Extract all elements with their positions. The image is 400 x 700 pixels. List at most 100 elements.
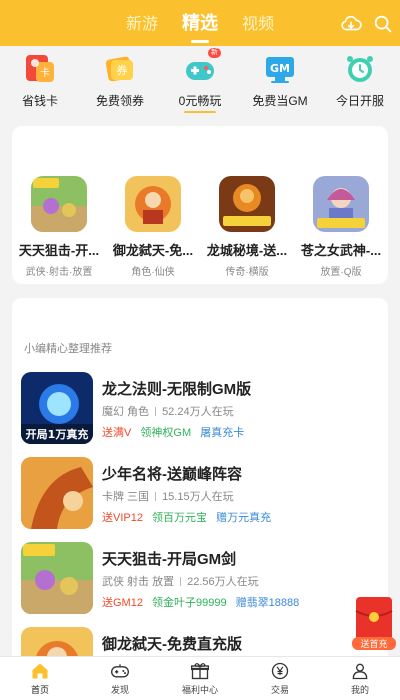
promo-tag: 送VIP12 (102, 512, 143, 524)
shortcut-row: 卡 省钱卡 券 免费领券 新 0元畅玩 GM 免费当GM 今日开服 (0, 46, 400, 120)
bottom-nav: 首页 发现 福利中心 交易 我的 (0, 656, 400, 700)
list-item[interactable]: 天天狙击-开局GM剑 武侠 射击 放置 22.56万人在玩 送GM12 领金叶子9… (12, 538, 388, 623)
promo-tag: 领金叶子99999 (152, 597, 227, 609)
game-meta: 魔幻 角色 52.24万人在玩 (102, 403, 234, 419)
promo-tag: 领百万元宝 (152, 512, 208, 524)
nav-discover[interactable]: 发现 (80, 657, 160, 700)
player-count: 22.56万人在玩 (187, 576, 259, 588)
game-tags: 角色·仙侠 (131, 267, 175, 278)
nav-label: 交易 (270, 685, 289, 695)
search-icon[interactable] (372, 13, 394, 35)
featured-card: 天天狙击-开... 武侠·射击·放置 御龙弑天-免... 角色·仙侠 龙城秘境-… (12, 126, 388, 284)
game-thumbnail: 开局1万真充 (21, 372, 93, 444)
active-underline (184, 111, 216, 113)
promo-tag: 送GM12 (102, 597, 143, 609)
cloud-download-icon[interactable] (340, 13, 362, 35)
gamepad-icon: 新 (183, 48, 221, 86)
game-tags: 传奇·横版 (225, 267, 269, 278)
recommend-list: 开局1万真充 龙之法则-无限制GM版 魔幻 角色 52.24万人在玩 送满V 领神… (12, 368, 388, 668)
promo-tag: 赠万元真充 (216, 512, 272, 524)
nav-label: 发现 (110, 685, 129, 695)
promo-tag: 赠翡翠18888 (235, 597, 300, 609)
section-title: 小编精心整理推荐 (24, 343, 112, 355)
game-tags: 放置·Q版 (320, 267, 362, 278)
new-badge: 新 (208, 48, 221, 58)
game-name: 少年名将-送巅峰阵容 (102, 466, 242, 483)
nav-trade[interactable]: 交易 (240, 657, 320, 700)
game-tags: 武侠·射击·放置 (25, 267, 93, 278)
divider (180, 577, 182, 586)
game-thumbnail (21, 542, 93, 614)
game-genre: 卡牌 三国 (102, 491, 150, 503)
shortcut-today-servers[interactable]: 今日开服 (320, 46, 400, 120)
nav-label: 我的 (350, 685, 369, 695)
promo-tag: 领神权GM (140, 427, 192, 439)
game-name: 天天狙击-开局GM剑 (102, 551, 237, 568)
game-thumbnail (219, 176, 275, 232)
list-item[interactable]: 少年名将-送巅峰阵容 卡牌 三国 15.15万人在玩 送VIP12 领百万元宝 赠… (12, 453, 388, 538)
game-genre: 武侠 射击 放置 (102, 576, 175, 588)
nav-label: 首页 (30, 685, 49, 695)
home-icon (32, 663, 48, 679)
featured-game-tiantian[interactable]: 天天狙击-开... 武侠·射击·放置 (12, 176, 106, 278)
featured-game-yulong[interactable]: 御龙弑天-免... 角色·仙侠 (106, 176, 200, 278)
svg-text:券: 券 (117, 63, 128, 77)
gm-icon: GM (263, 52, 297, 86)
game-thumbnail (31, 176, 87, 232)
promo-tags: 送GM12 领金叶子99999 赠翡翠18888 (102, 594, 305, 610)
svg-text:卡: 卡 (40, 66, 50, 79)
first-recharge-packet[interactable]: 送首充 (352, 595, 396, 651)
shortcut-free-gm[interactable]: GM 免费当GM (240, 46, 320, 120)
user-icon (352, 663, 368, 680)
game-meta: 武侠 射击 放置 22.56万人在玩 (102, 573, 259, 589)
game-name: 苍之女武神-... (300, 243, 382, 258)
game-thumbnail (313, 176, 369, 232)
shortcut-label: 免费当GM (252, 94, 308, 108)
game-meta: 卡牌 三国 15.15万人在玩 (102, 488, 234, 504)
gamepad-icon (111, 664, 129, 678)
featured-game-longcheng[interactable]: 龙城秘境-送... 传奇·横版 (200, 176, 294, 278)
shortcut-zero-play[interactable]: 新 0元畅玩 (160, 46, 240, 120)
player-count: 15.15万人在玩 (162, 491, 234, 503)
tab-featured[interactable]: 精选 (182, 9, 218, 37)
player-count: 52.24万人在玩 (162, 406, 234, 418)
game-thumbnail (21, 457, 93, 529)
promo-tag: 送满V (102, 427, 132, 439)
game-name: 龙之法则-无限制GM版 (102, 381, 252, 398)
gift-icon (191, 663, 209, 680)
top-header: 新游 精选 视频 (0, 0, 400, 46)
promo-tag: 屠真充卡 (200, 427, 245, 439)
nav-welfare[interactable]: 福利中心 (160, 657, 240, 700)
shortcut-label: 0元畅玩 (178, 94, 222, 108)
divider (155, 492, 157, 501)
list-item[interactable]: 开局1万真充 龙之法则-无限制GM版 魔幻 角色 52.24万人在玩 送满V 领神… (12, 368, 388, 453)
thumb-caption: 开局1万真充 (26, 427, 89, 441)
yen-coin-icon (271, 662, 289, 680)
recommend-card: 小编精心整理推荐 开局1万真充 龙之法则-无限制GM版 魔幻 角色 52.24万人… (12, 298, 388, 668)
tab-video[interactable]: 视频 (242, 10, 274, 36)
nav-label: 福利中心 (181, 685, 218, 695)
nav-home[interactable]: 首页 (0, 657, 80, 700)
featured-game-cangzhi[interactable]: 苍之女武神-... 放置·Q版 (294, 176, 388, 278)
game-genre: 魔幻 角色 (102, 406, 150, 418)
promo-tags: 送满V 领神权GM 屠真充卡 (102, 424, 250, 440)
divider (155, 407, 157, 416)
game-name: 御龙弑天-免... (112, 243, 194, 258)
shortcut-free-coupon[interactable]: 券 免费领券 (80, 46, 160, 120)
shortcut-label: 省钱卡 (21, 94, 58, 108)
nav-mine[interactable]: 我的 (320, 657, 400, 700)
shortcut-money-card[interactable]: 卡 省钱卡 (0, 46, 80, 120)
shortcut-label: 今日开服 (335, 94, 384, 108)
alarm-clock-icon (343, 52, 377, 86)
gm-badge: GM (270, 62, 290, 75)
coupon-icon: 券 (103, 52, 137, 86)
tab-new-games[interactable]: 新游 (126, 10, 158, 36)
promo-tags: 送VIP12 领百万元宝 赠万元真充 (102, 509, 277, 525)
featured-grid: 天天狙击-开... 武侠·射击·放置 御龙弑天-免... 角色·仙侠 龙城秘境-… (12, 176, 388, 278)
packet-label: 送首充 (360, 638, 387, 650)
game-name: 龙城秘境-送... (206, 243, 288, 258)
game-thumbnail (125, 176, 181, 232)
money-card-icon: 卡 (23, 52, 57, 86)
game-name: 天天狙击-开... (18, 243, 100, 258)
game-name: 御龙弑天-免费直充版 (102, 636, 242, 653)
